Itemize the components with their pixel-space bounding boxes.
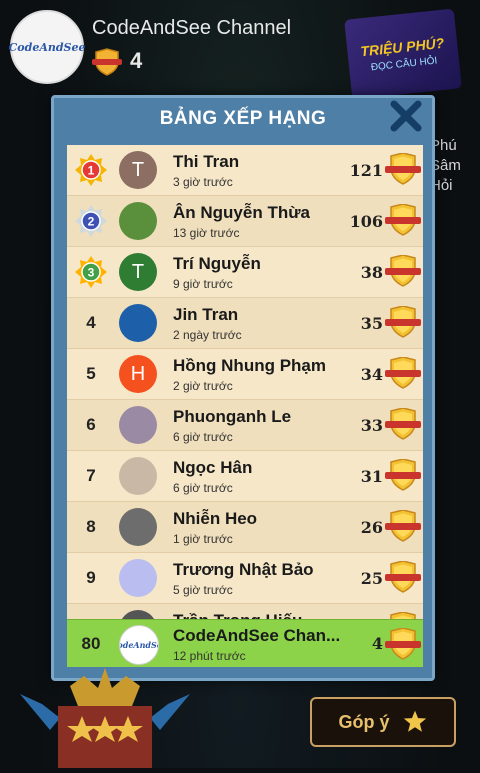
player-time: 6 giờ trước bbox=[173, 430, 233, 444]
avatar-logo-text: CodeAndSee bbox=[120, 640, 158, 650]
avatar-letter: T bbox=[131, 158, 145, 181]
player-score: 31 bbox=[360, 466, 383, 486]
leaderboard-row[interactable]: 2 Ân Nguyễn Thừa 13 giờ trước 106 bbox=[67, 196, 423, 247]
star-icon bbox=[403, 710, 426, 732]
player-score: 26 bbox=[360, 517, 383, 537]
player-score: 4 bbox=[371, 634, 383, 653]
rank-number: 8 bbox=[86, 517, 96, 536]
player-name: Trí Nguyễn bbox=[173, 254, 261, 273]
leaderboard-row[interactable]: 6 Phuonganh Le 6 giờ trước 33 bbox=[67, 400, 423, 451]
player-score: 35 bbox=[360, 313, 383, 333]
rank-number: 9 bbox=[86, 568, 96, 587]
player-score: 34 bbox=[360, 364, 383, 384]
medal-bronze-icon: 3 bbox=[67, 247, 115, 297]
avatar: T bbox=[119, 253, 157, 291]
rank-number: 4 bbox=[86, 313, 96, 332]
player-name: Hồng Nhung Phạm bbox=[173, 356, 326, 375]
avatar-letter: H bbox=[130, 362, 146, 385]
player-name: Ân Nguyễn Thừa bbox=[173, 203, 310, 222]
player-name: Thi Tran bbox=[173, 152, 240, 171]
feedback-label: Góp ý bbox=[338, 711, 390, 732]
player-time: 1 giờ trước bbox=[173, 532, 233, 546]
avatar bbox=[119, 304, 157, 342]
rank-number: 5 bbox=[86, 364, 96, 383]
rank-badge-icon bbox=[20, 660, 190, 773]
player-score: 121 bbox=[349, 160, 383, 180]
leaderboard-dialog: BẢNG XẾP HẠNG 1 T Thi Tran 3 giờ trước 121 2 Â… bbox=[51, 95, 435, 681]
avatar bbox=[119, 457, 157, 495]
player-time: 6 giờ trước bbox=[173, 481, 233, 495]
leaderboard-row[interactable]: 7 Ngọc Hân 6 giờ trước 31 bbox=[67, 451, 423, 502]
player-name: Nhiễn Heo bbox=[173, 509, 258, 528]
player-time: 2 ngày trước bbox=[173, 328, 242, 342]
shield-icon bbox=[385, 254, 421, 292]
shield-icon bbox=[385, 305, 421, 343]
channel-name: CodeAndSee Channel bbox=[92, 17, 292, 39]
rank-number: 3 bbox=[88, 266, 95, 280]
leaderboard-list[interactable]: 1 T Thi Tran 3 giờ trước 121 2 Ân Nguyễn Thừa 1… bbox=[67, 145, 423, 665]
avatar-letter: T bbox=[131, 260, 145, 283]
close-icon bbox=[390, 100, 422, 132]
avatar: CodeAndSee bbox=[119, 625, 159, 665]
player-score: 33 bbox=[360, 415, 383, 435]
player-time: 2 giờ trước bbox=[173, 379, 233, 393]
avatar: H bbox=[119, 355, 157, 393]
shield-icon bbox=[385, 152, 421, 190]
channel-logo-text: CodeAndSee bbox=[8, 40, 86, 54]
medal-gold-icon: 1 bbox=[67, 145, 115, 195]
player-time: 13 giờ trước bbox=[173, 226, 240, 240]
leaderboard-row[interactable]: 1 T Thi Tran 3 giờ trước 121 bbox=[67, 145, 423, 196]
rank-number: 7 bbox=[86, 466, 96, 485]
shield-icon bbox=[385, 627, 421, 665]
shield-icon bbox=[385, 509, 421, 547]
channel-score: 4 bbox=[130, 48, 143, 73]
player-name: Trương Nhật Bảo bbox=[173, 560, 314, 579]
leaderboard-title: BẢNG XẾP HẠNG bbox=[159, 108, 327, 129]
leaderboard-row[interactable]: 8 Nhiễn Heo 1 giờ trước 26 bbox=[67, 502, 423, 553]
shield-icon bbox=[385, 407, 421, 445]
player-time: 5 giờ trước bbox=[173, 583, 233, 597]
shield-icon bbox=[92, 48, 122, 81]
leaderboard-row[interactable]: 4 Jin Tran 2 ngày trước 35 bbox=[67, 298, 423, 349]
channel-avatar[interactable]: CodeAndSee bbox=[8, 10, 86, 84]
avatar: T bbox=[119, 151, 157, 189]
leaderboard-row[interactable]: 3 T Trí Nguyễn 9 giờ trước 38 bbox=[67, 247, 423, 298]
avatar bbox=[119, 559, 157, 597]
leaderboard-row[interactable]: 9 Trương Nhật Bảo 5 giờ trước 25 bbox=[67, 553, 423, 604]
shield-icon bbox=[385, 560, 421, 598]
shield-icon bbox=[385, 203, 421, 241]
player-time: 9 giờ trước bbox=[173, 277, 233, 291]
player-score: 38 bbox=[360, 262, 383, 282]
player-name: Ngọc Hân bbox=[173, 458, 253, 477]
rank-number: 1 bbox=[88, 164, 95, 178]
game-logo: TRIỆU PHÚ? ĐỌC CÂU HỎI bbox=[344, 8, 462, 100]
rank-number: 2 bbox=[88, 215, 95, 229]
player-score: 106 bbox=[349, 211, 383, 231]
feedback-button[interactable]: Góp ý bbox=[310, 697, 456, 747]
player-name: CodeAndSee Chan... bbox=[173, 626, 341, 645]
avatar bbox=[119, 406, 157, 444]
player-name: Phuonganh Le bbox=[173, 407, 292, 426]
player-score: 25 bbox=[360, 568, 383, 588]
medal-silver-icon: 2 bbox=[67, 196, 115, 246]
shield-icon bbox=[385, 356, 421, 394]
game-logo-subtitle: ĐỌC CÂU HỎI bbox=[370, 54, 438, 73]
shield-icon bbox=[385, 458, 421, 496]
player-name: Jin Tran bbox=[173, 305, 239, 324]
leaderboard-row[interactable]: 5 H Hồng Nhung Phạm 2 giờ trước 34 bbox=[67, 349, 423, 400]
player-time: 3 giờ trước bbox=[173, 175, 233, 189]
avatar bbox=[119, 508, 157, 546]
rank-number: 6 bbox=[86, 415, 96, 434]
close-button[interactable] bbox=[386, 96, 426, 136]
avatar bbox=[119, 202, 157, 240]
